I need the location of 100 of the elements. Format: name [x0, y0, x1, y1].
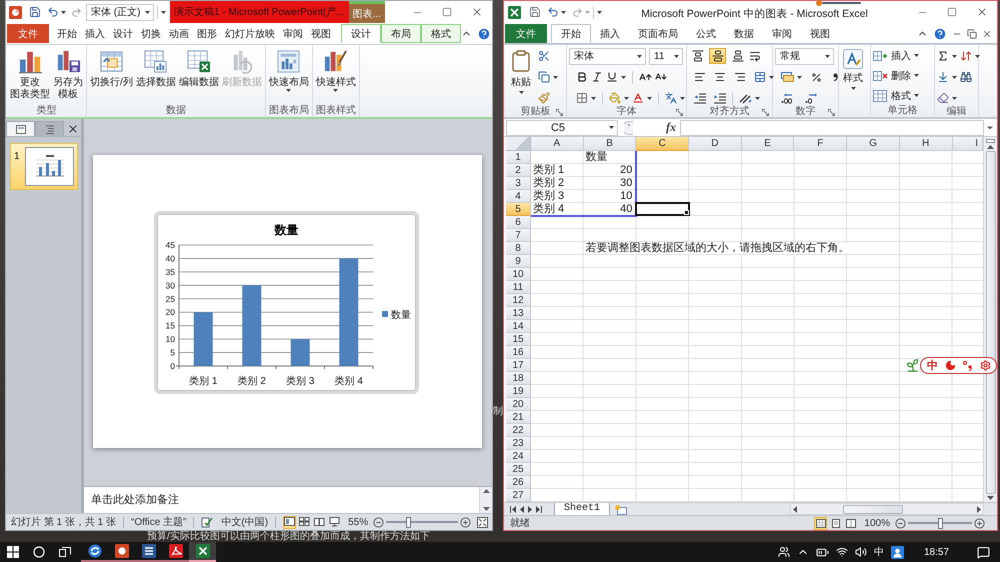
- first-sheet-icon[interactable]: [510, 506, 516, 512]
- row-header[interactable]: 2: [506, 164, 531, 177]
- ribbon-tab[interactable]: 数据: [725, 24, 763, 43]
- row-header[interactable]: 6: [506, 216, 531, 229]
- ribbon-tab[interactable]: 图形: [193, 24, 221, 43]
- fill-down-icon[interactable]: [937, 71, 949, 83]
- column-header[interactable]: E: [742, 137, 794, 151]
- change-chart-type-button[interactable]: 更改 图表类型: [9, 47, 51, 100]
- dropdown-caret-icon[interactable]: [680, 96, 685, 100]
- view-button[interactable]: [283, 516, 296, 528]
- input-mode-indicator[interactable]: 中: [874, 545, 884, 559]
- row-header[interactable]: 17: [506, 359, 531, 372]
- number-format-combo[interactable]: 常规: [775, 48, 834, 64]
- name-box[interactable]: C5: [506, 120, 618, 136]
- save-icon[interactable]: [29, 6, 41, 18]
- column-header[interactable]: I: [952, 137, 983, 151]
- row-header[interactable]: 24: [506, 450, 531, 463]
- next-sheet-icon[interactable]: [528, 506, 532, 512]
- language-indicator[interactable]: 中文(中国): [221, 515, 268, 529]
- sprout-icon[interactable]: [905, 358, 920, 373]
- scroll-thumb[interactable]: [986, 151, 996, 494]
- font-combo[interactable]: 宋体 (正文): [86, 4, 154, 20]
- edit-data-button[interactable]: 编辑数据: [178, 47, 220, 88]
- italic-icon[interactable]: [591, 71, 603, 83]
- align-center-icon[interactable]: [714, 71, 726, 83]
- sum-icon[interactable]: [937, 50, 949, 62]
- moon-icon[interactable]: [945, 360, 956, 371]
- help-icon[interactable]: [933, 26, 947, 40]
- row-header[interactable]: 20: [506, 398, 531, 411]
- dropdown-caret-icon[interactable]: [591, 96, 596, 100]
- align-right-icon[interactable]: [734, 71, 746, 83]
- volume-icon[interactable]: [854, 546, 867, 558]
- ribbon-tab[interactable]: 审阅: [763, 24, 801, 43]
- ribbon-tab[interactable]: 页面布局: [629, 24, 687, 43]
- file-tab[interactable]: 文件: [7, 24, 49, 43]
- view-button[interactable]: [298, 516, 312, 528]
- delete-cells-button[interactable]: 删除: [873, 68, 919, 83]
- spreadsheet-app-icon[interactable]: [508, 6, 521, 18]
- zoom-slider[interactable]: [386, 516, 458, 528]
- row-header[interactable]: 11: [506, 281, 531, 294]
- previous-sheet-icon[interactable]: [520, 506, 524, 512]
- dialog-launcher-icon[interactable]: [556, 108, 563, 116]
- taskbar-app-button[interactable]: [81, 542, 108, 562]
- user-tile-icon[interactable]: [890, 546, 904, 558]
- quick-layout-button[interactable]: 快速布局: [268, 47, 310, 92]
- ribbon-tab[interactable]: 开始: [53, 24, 81, 43]
- copy-icon[interactable]: [538, 71, 550, 83]
- ribbon-tab[interactable]: 设计: [109, 24, 137, 43]
- decrease-indent-icon[interactable]: [694, 92, 706, 104]
- increase-indent-icon[interactable]: [714, 92, 726, 104]
- undo-icon[interactable]: [547, 6, 559, 18]
- column-header[interactable]: G: [847, 137, 900, 151]
- row-header[interactable]: 3: [506, 177, 531, 190]
- column-header[interactable]: A: [531, 137, 584, 151]
- find-icon[interactable]: [960, 71, 972, 83]
- dropdown-caret-icon[interactable]: [647, 96, 652, 100]
- punctuation-icon[interactable]: [963, 360, 973, 370]
- people-icon[interactable]: [778, 546, 790, 558]
- ribbon-tab[interactable]: 动画: [165, 24, 193, 43]
- row-header[interactable]: 25: [506, 463, 531, 476]
- scroll-down-icon[interactable]: [987, 496, 994, 500]
- dropdown-caret-icon[interactable]: [952, 96, 957, 100]
- scroll-up-icon[interactable]: [987, 145, 994, 149]
- save-icon[interactable]: [529, 6, 541, 18]
- undo-icon[interactable]: [47, 6, 59, 18]
- slider-thumb[interactable]: [938, 518, 943, 528]
- zoom-out-icon[interactable]: [895, 518, 906, 528]
- zoom-out-icon[interactable]: [373, 516, 384, 528]
- row-header[interactable]: 7: [506, 229, 531, 242]
- sheet-tab[interactable]: Sheet1: [554, 502, 610, 516]
- row-header[interactable]: 27: [506, 489, 531, 502]
- row-header[interactable]: 1: [506, 151, 531, 164]
- column-header[interactable]: C: [636, 137, 690, 151]
- wrap-text-icon[interactable]: [749, 50, 761, 62]
- fill-color-icon[interactable]: [609, 92, 621, 104]
- settings-icon[interactable]: [980, 360, 991, 371]
- resize-handle-icon[interactable]: [624, 120, 634, 134]
- close-icon[interactable]: [982, 28, 992, 38]
- ribbon-tab[interactable]: 幻灯片放映: [221, 24, 279, 43]
- dropdown-caret-icon[interactable]: [769, 76, 774, 78]
- column-header[interactable]: F: [794, 137, 848, 151]
- ribbon-tab[interactable]: 切换: [137, 24, 165, 43]
- comma-style-icon[interactable]: [833, 73, 838, 81]
- spell-check-icon[interactable]: [201, 516, 214, 528]
- insert-cells-button[interactable]: 插入: [873, 48, 919, 63]
- percent-icon[interactable]: [811, 72, 822, 82]
- language-icon[interactable]: [665, 92, 677, 104]
- dropdown-caret-icon[interactable]: [755, 96, 760, 100]
- column-header[interactable]: D: [689, 137, 742, 151]
- slider-thumb[interactable]: [406, 516, 411, 528]
- row-header[interactable]: 26: [506, 476, 531, 489]
- view-button[interactable]: [844, 516, 858, 530]
- dialog-launcher-icon[interactable]: [762, 108, 769, 116]
- zoom-in-icon[interactable]: [460, 516, 472, 528]
- last-sheet-icon[interactable]: [536, 506, 542, 512]
- underline-icon[interactable]: [606, 71, 618, 83]
- dropdown-caret-icon[interactable]: [952, 76, 957, 78]
- dropdown-caret-icon[interactable]: [975, 54, 980, 58]
- ribbon-tab[interactable]: 公式: [687, 24, 725, 43]
- cell-styles-button[interactable]: 样式: [841, 47, 865, 90]
